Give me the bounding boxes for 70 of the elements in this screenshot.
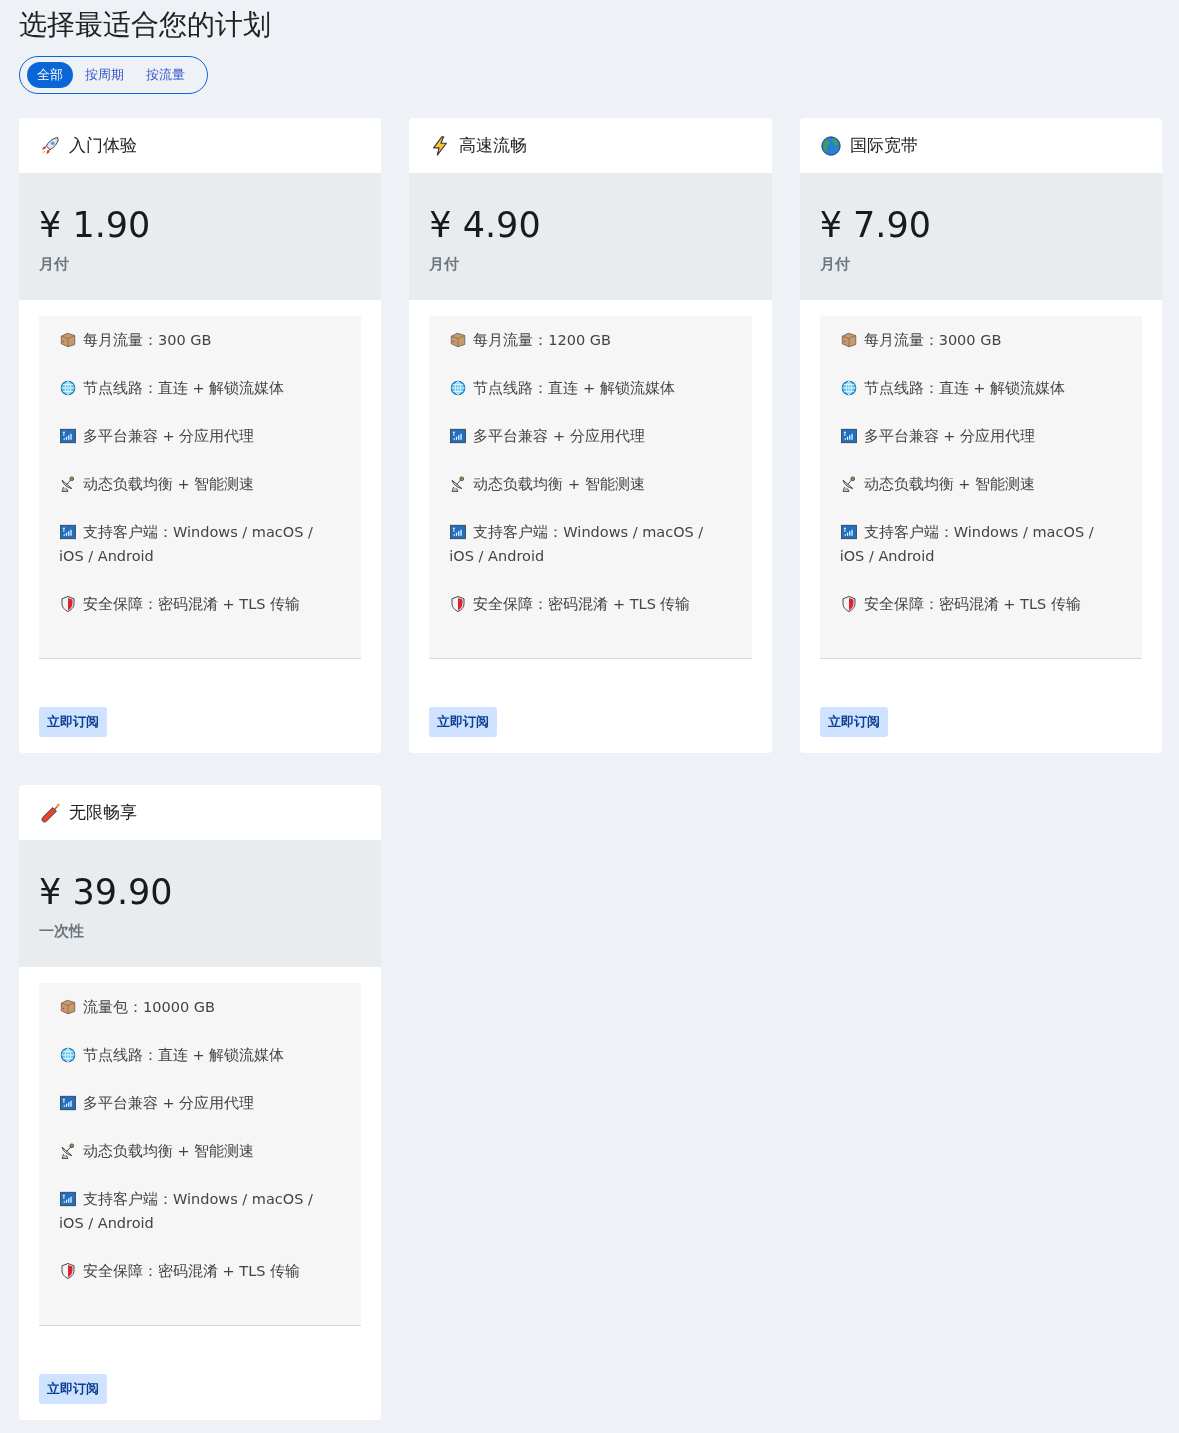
- billing-period: 月付: [429, 255, 461, 274]
- signal-icon: [839, 427, 858, 445]
- plan-name: 高速流畅: [459, 134, 528, 157]
- filter-tab[interactable]: 按周期: [75, 62, 134, 88]
- feature-text: 节点线路：直连 + 解锁流媒体: [59, 1043, 342, 1067]
- billing-period: 月付: [819, 255, 851, 274]
- satellite-dish-icon: [59, 475, 77, 493]
- billing-period: 月付: [39, 255, 70, 274]
- feature-text: 动态负载均衡 + 智能测速: [839, 472, 1122, 496]
- feature-text: 安全保障：密码混淆 + TLS 传输: [59, 592, 342, 616]
- feature-text: 节点线路：直连 + 解锁流媒体: [839, 376, 1122, 400]
- signal-icon: [59, 427, 77, 445]
- feature-text: 多平台兼容 + 分应用代理: [59, 424, 342, 448]
- feature-text: 动态负载均衡 + 智能测速: [59, 1139, 342, 1163]
- globe-icon: [59, 1046, 77, 1064]
- shield-icon: [449, 595, 468, 613]
- shield-icon: [59, 595, 77, 613]
- box-icon: [839, 331, 858, 349]
- signal-icon: [449, 523, 468, 541]
- plan-name: 国际宽带: [849, 134, 918, 157]
- feature-text: 支持客户端：Windows / macOS / iOS / Android: [449, 522, 705, 566]
- signal-icon: [839, 523, 858, 541]
- price: ¥ 4.90: [429, 204, 542, 247]
- filter-tab[interactable]: 按流量: [136, 62, 195, 88]
- box-icon: [449, 331, 468, 349]
- globe-icon: [449, 379, 468, 397]
- globe-icon: [839, 379, 858, 397]
- satellite-dish-icon: [839, 475, 858, 493]
- subscribe-button[interactable]: 立即订阅: [819, 707, 888, 737]
- firecracker-icon: [39, 801, 61, 824]
- shield-icon: [839, 595, 858, 613]
- signal-icon: [59, 523, 77, 541]
- signal-icon: [59, 1094, 77, 1112]
- feature-text: 每月流量：3000 GB: [839, 328, 1122, 352]
- signal-icon: [59, 1190, 77, 1208]
- price: ¥ 1.90: [39, 204, 152, 247]
- feature-text: 动态负载均衡 + 智能测速: [59, 472, 342, 496]
- feature-text: 安全保障：密码混淆 + TLS 传输: [449, 592, 732, 616]
- feature-text: 每月流量：1200 GB: [449, 328, 732, 352]
- feature-text: 支持客户端：Windows / macOS / iOS / Android: [59, 522, 314, 566]
- satellite-dish-icon: [59, 1142, 77, 1160]
- globe-icon: [819, 134, 842, 157]
- feature-text: 多平台兼容 + 分应用代理: [59, 1091, 342, 1115]
- billing-period: 一次性: [39, 922, 85, 941]
- feature-text: 安全保障：密码混淆 + TLS 传输: [839, 592, 1122, 616]
- feature-text: 安全保障：密码混淆 + TLS 传输: [59, 1259, 342, 1283]
- price: ¥ 7.90: [819, 204, 932, 247]
- feature-text: 动态负载均衡 + 智能测速: [449, 472, 732, 496]
- feature-text: 节点线路：直连 + 解锁流媒体: [59, 376, 342, 400]
- feature-text: 多平台兼容 + 分应用代理: [449, 424, 732, 448]
- filter-tab[interactable]: 全部: [27, 62, 73, 88]
- box-icon: [59, 331, 77, 349]
- plan-name: 无限畅享: [69, 801, 137, 824]
- subscribe-button[interactable]: 立即订阅: [39, 1374, 107, 1404]
- feature-text: 支持客户端：Windows / macOS / iOS / Android: [59, 1189, 314, 1233]
- rocket-icon: [39, 134, 61, 157]
- feature-text: 节点线路：直连 + 解锁流媒体: [449, 376, 732, 400]
- feature-text: 多平台兼容 + 分应用代理: [839, 424, 1122, 448]
- price: ¥ 39.90: [39, 871, 174, 914]
- page-title: 选择最适合您的计划: [19, 7, 272, 43]
- subscribe-button[interactable]: 立即订阅: [429, 707, 498, 737]
- shield-icon: [59, 1262, 77, 1280]
- subscribe-button[interactable]: 立即订阅: [39, 707, 107, 737]
- box-icon: [59, 998, 77, 1016]
- plan-name: 入门体验: [69, 134, 137, 157]
- globe-icon: [59, 379, 77, 397]
- signal-icon: [449, 427, 468, 445]
- feature-text: 每月流量：300 GB: [59, 328, 342, 352]
- feature-text: 支持客户端：Windows / macOS / iOS / Android: [839, 522, 1095, 566]
- feature-text: 流量包：10000 GB: [59, 995, 342, 1019]
